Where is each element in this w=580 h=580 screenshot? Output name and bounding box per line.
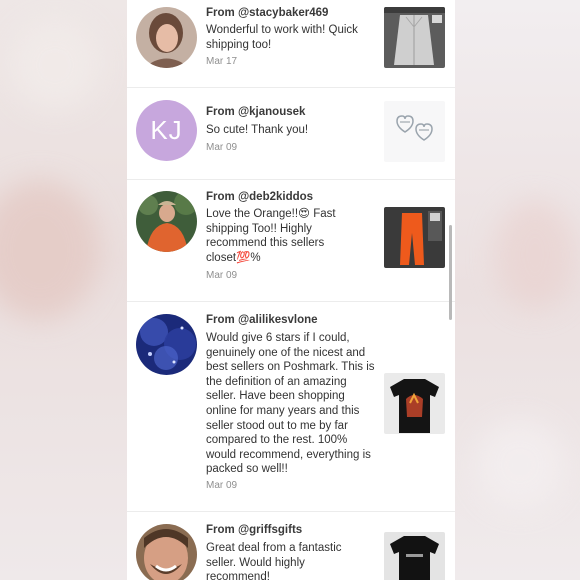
review-text: Would give 6 stars if I could, genuinely…	[206, 332, 375, 476]
user-avatar[interactable]	[136, 524, 197, 580]
review-date: Mar 17	[206, 56, 238, 67]
review-author[interactable]: From @stacybaker469	[206, 7, 328, 19]
review-author[interactable]: From @alilikesvlone	[206, 314, 318, 326]
product-thumbnail[interactable]	[384, 207, 445, 268]
review-date: Mar 09	[206, 270, 238, 281]
review-author[interactable]: From @kjanousek	[206, 106, 305, 118]
reviews-panel[interactable]: From @stacybaker469 Wonderful to work wi…	[127, 0, 455, 580]
review-date: Mar 09	[206, 142, 238, 153]
product-thumbnail[interactable]	[384, 7, 445, 68]
review-item: From @griffsgifts Great deal from a fant…	[127, 511, 455, 580]
scrollbar[interactable]	[449, 225, 452, 320]
background-left	[0, 0, 127, 580]
review-item: From @deb2kiddos Love the Orange!!😍 Fast…	[127, 179, 455, 302]
review-text: Great deal from a fantastic seller. Woul…	[206, 542, 342, 580]
review-text: Love the Orange!!😍 Fast shipping Too!! H…	[206, 208, 336, 264]
user-avatar[interactable]	[136, 314, 197, 375]
product-thumbnail[interactable]	[384, 101, 445, 162]
review-item: KJ From @kjanousek So cute! Thank you! M…	[127, 87, 455, 180]
review-date: Mar 09	[206, 480, 238, 491]
avatar-initials: KJ	[150, 115, 183, 145]
review-item: From @alilikesvlone Would give 6 stars i…	[127, 301, 455, 512]
review-item: From @stacybaker469 Wonderful to work wi…	[127, 0, 455, 88]
product-thumbnail[interactable]	[384, 532, 445, 580]
review-text: So cute! Thank you!	[206, 124, 309, 136]
user-avatar[interactable]	[136, 7, 197, 68]
user-avatar[interactable]: KJ	[136, 100, 197, 161]
background-right	[455, 0, 580, 580]
user-avatar[interactable]	[136, 191, 197, 252]
review-author[interactable]: From @griffsgifts	[206, 524, 302, 536]
product-thumbnail[interactable]	[384, 373, 445, 434]
review-author[interactable]: From @deb2kiddos	[206, 191, 313, 203]
review-text: Wonderful to work with! Quick shipping t…	[206, 24, 358, 51]
